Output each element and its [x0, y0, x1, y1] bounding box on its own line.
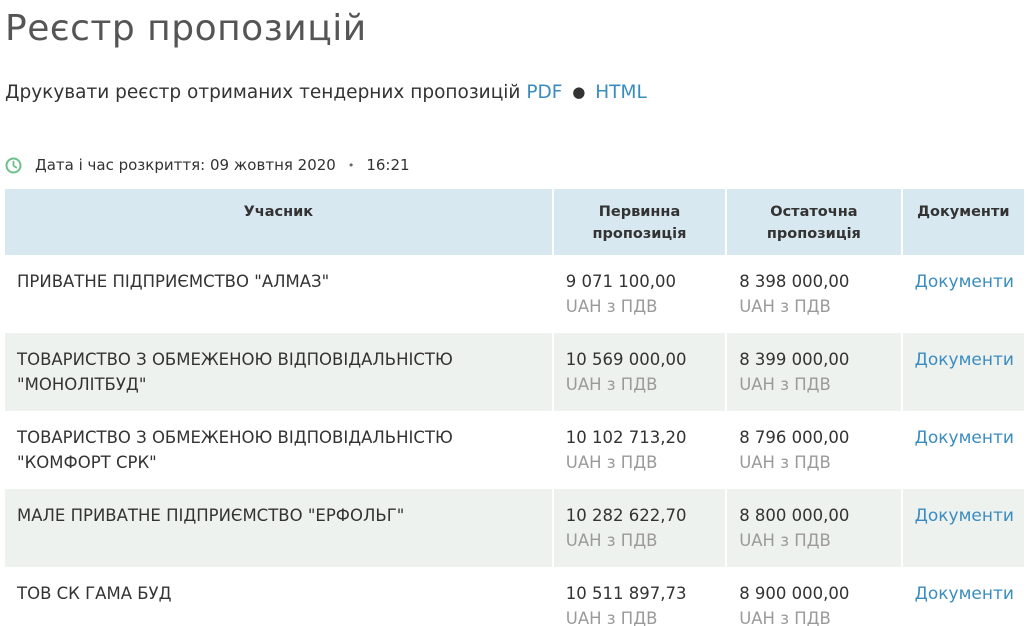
initial-offer-currency: UAH з ПДВ: [565, 297, 658, 316]
opening-time: 16:21: [366, 156, 410, 174]
documents-link[interactable]: Документи: [915, 272, 1014, 292]
table-row: ТОВ СК ГАМА БУД 10 511 897,73 UAH з ПДВ 8 9…: [5, 567, 1024, 626]
final-offer-currency: UAH з ПДВ: [739, 531, 831, 550]
participant-name: ТОВАРИСТВО З ОБМЕЖЕНОЮ ВІДПОВІДАЛЬНІСТЮ "…: [5, 411, 554, 489]
documents-cell: Документи: [901, 333, 1024, 411]
print-pdf-link[interactable]: PDF: [526, 82, 562, 103]
header-participant: Учасник: [5, 189, 554, 255]
documents-link[interactable]: Документи: [915, 506, 1014, 526]
final-offer-cell: 8 398 000,00 UAH з ПДВ: [726, 255, 903, 333]
participant-name-line1: ТОВАРИСТВО З ОБМЕЖЕНОЮ ВІДПОВІДАЛЬНІСТЮ: [17, 350, 453, 369]
initial-offer-currency: UAH з ПДВ: [565, 531, 658, 550]
documents-link[interactable]: Документи: [915, 350, 1014, 370]
participant-name: ПРИВАТНЕ ПІДПРИЄМСТВО "АЛМАЗ": [5, 255, 554, 333]
initial-offer-currency: UAH з ПДВ: [565, 375, 658, 394]
page-title: Реєстр пропозицій: [5, 8, 367, 49]
table-row: МАЛЕ ПРИВАТНЕ ПІДПРИЄМСТВО "ЕРФОЛЬГ" 10 2…: [5, 489, 1024, 567]
participant-name: ТОВ СК ГАМА БУД: [5, 567, 554, 626]
initial-offer-cell: 10 569 000,00 UAH з ПДВ: [552, 333, 728, 411]
initial-offer-cell: 9 071 100,00 UAH з ПДВ: [552, 255, 728, 333]
participant-name: ТОВАРИСТВО З ОБМЕЖЕНОЮ ВІДПОВІДАЛЬНІСТЮ "…: [5, 333, 554, 411]
participant-name-line2: "МОНОЛІТБУД": [17, 375, 147, 394]
initial-offer-amount: 9 071 100,00: [565, 272, 676, 291]
documents-cell: Документи: [902, 411, 1024, 489]
documents-cell: Документи: [902, 255, 1024, 333]
clock-icon: [5, 157, 22, 174]
participant-name-line1: МАЛЕ ПРИВАТНЕ ПІДПРИЄМСТВО "ЕРФОЛЬГ": [17, 506, 405, 525]
final-offer-amount: 8 796 000,00: [739, 428, 850, 447]
participant-name-line1: ТОВ СК ГАМА БУД: [17, 584, 172, 603]
print-registry-line: Друкувати реєстр отриманих тендерних про…: [5, 82, 647, 103]
initial-offer-currency: UAH з ПДВ: [565, 453, 658, 472]
documents-cell: Документи: [901, 489, 1024, 567]
final-offer-currency: UAH з ПДВ: [739, 609, 831, 626]
opening-date: Дата і час розкриття: 09 жовтня 2020 • 1…: [5, 156, 410, 174]
final-offer-cell: 8 399 000,00 UAH з ПДВ: [726, 333, 903, 411]
header-documents: Документи: [901, 189, 1024, 255]
table-row: ТОВАРИСТВО З ОБМЕЖЕНОЮ ВІДПОВІДАЛЬНІСТЮ "…: [5, 333, 1024, 411]
final-offer-cell: 8 900 000,00 UAH з ПДВ: [726, 567, 903, 626]
bullet-separator: ●: [572, 83, 586, 101]
bids-table: Учасник Первинна пропозиція Остаточна проп…: [5, 189, 1024, 626]
participant-name: МАЛЕ ПРИВАТНЕ ПІДПРИЄМСТВО "ЕРФОЛЬГ": [5, 489, 554, 567]
initial-offer-currency: UAH з ПДВ: [565, 609, 658, 626]
initial-offer-cell: 10 511 897,73 UAH з ПДВ: [552, 567, 728, 626]
final-offer-currency: UAH з ПДВ: [739, 375, 831, 394]
documents-cell: Документи: [902, 567, 1024, 626]
print-html-link[interactable]: HTML: [595, 82, 646, 103]
final-offer-currency: UAH з ПДВ: [739, 453, 831, 472]
documents-link[interactable]: Документи: [915, 428, 1014, 448]
documents-link[interactable]: Документи: [915, 584, 1014, 604]
initial-offer-cell: 10 282 622,70 UAH з ПДВ: [552, 489, 728, 567]
header-final-offer: Остаточна пропозиція: [726, 189, 903, 255]
participant-name-line1: ТОВАРИСТВО З ОБМЕЖЕНОЮ ВІДПОВІДАЛЬНІСТЮ: [17, 428, 453, 447]
table-row: ТОВАРИСТВО З ОБМЕЖЕНОЮ ВІДПОВІДАЛЬНІСТЮ "…: [5, 411, 1024, 489]
table-header-row: Учасник Первинна пропозиція Остаточна проп…: [5, 189, 1024, 255]
initial-offer-amount: 10 282 622,70: [565, 506, 687, 525]
initial-offer-amount: 10 569 000,00: [565, 350, 687, 369]
final-offer-cell: 8 800 000,00 UAH з ПДВ: [726, 489, 903, 567]
final-offer-amount: 8 900 000,00: [739, 584, 850, 603]
initial-offer-amount: 10 511 897,73: [565, 584, 687, 603]
header-initial-offer: Первинна пропозиція: [552, 189, 728, 255]
final-offer-cell: 8 796 000,00 UAH з ПДВ: [726, 411, 903, 489]
final-offer-amount: 8 398 000,00: [739, 272, 850, 291]
final-offer-currency: UAH з ПДВ: [739, 297, 831, 316]
initial-offer-cell: 10 102 713,20 UAH з ПДВ: [552, 411, 728, 489]
final-offer-amount: 8 399 000,00: [739, 350, 850, 369]
participant-name-line2: "КОМФОРТ СРК": [17, 453, 157, 472]
print-registry-text: Друкувати реєстр отриманих тендерних про…: [5, 82, 521, 103]
table-row: ПРИВАТНЕ ПІДПРИЄМСТВО "АЛМАЗ" 9 071 100,0…: [5, 255, 1024, 333]
final-offer-amount: 8 800 000,00: [739, 506, 850, 525]
participant-name-line1: ПРИВАТНЕ ПІДПРИЄМСТВО "АЛМАЗ": [17, 272, 330, 291]
initial-offer-amount: 10 102 713,20: [565, 428, 687, 447]
opening-date-label: Дата і час розкриття: 09 жовтня 2020: [35, 156, 336, 174]
date-time-separator: •: [347, 158, 355, 172]
